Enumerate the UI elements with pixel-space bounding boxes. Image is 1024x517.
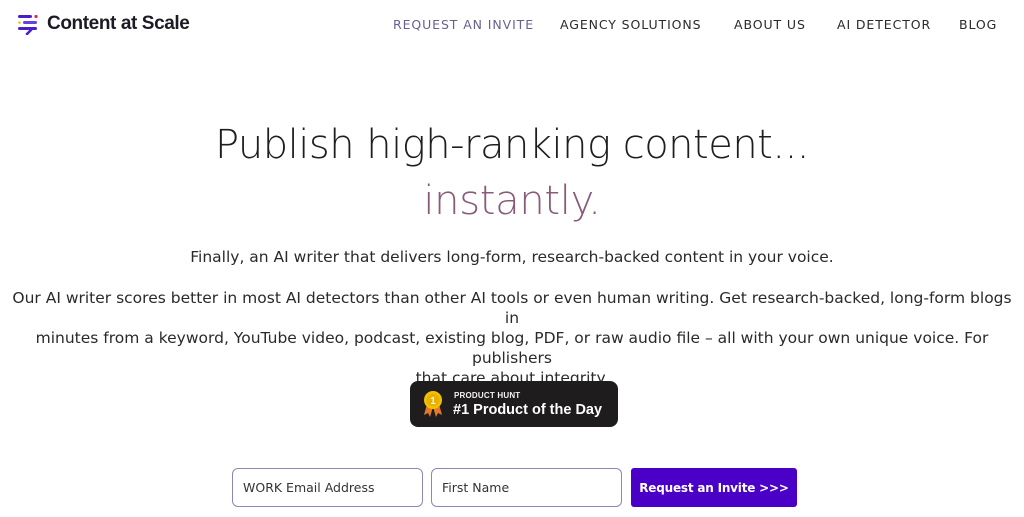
- nav-about-us[interactable]: ABOUT US: [734, 17, 806, 32]
- main-nav: REQUEST AN INVITE AGENCY SOLUTIONS ABOUT…: [0, 17, 1024, 35]
- product-hunt-badge[interactable]: 1 PRODUCT HUNT #1 Product of the Day: [410, 381, 618, 427]
- nav-request-invite[interactable]: REQUEST AN INVITE: [393, 17, 534, 32]
- email-field[interactable]: [232, 468, 423, 507]
- nav-ai-detector[interactable]: AI DETECTOR: [837, 17, 931, 32]
- badge-title: #1 Product of the Day: [453, 402, 603, 418]
- nav-blog[interactable]: BLOG: [959, 17, 997, 32]
- request-invite-button[interactable]: Request an Invite >>>: [631, 468, 797, 507]
- badge-source-label: PRODUCT HUNT: [454, 391, 521, 400]
- description-line: Our AI writer scores better in most AI d…: [12, 289, 1012, 327]
- site-header: Content at Scale REQUEST AN INVITE AGENC…: [0, 0, 1024, 50]
- description-line: minutes from a keyword, YouTube video, p…: [35, 329, 989, 367]
- hero-description: Our AI writer scores better in most AI d…: [12, 288, 1012, 388]
- medal-number: 1: [430, 396, 436, 407]
- hero-title: Publish high-ranking content...: [215, 122, 810, 168]
- hero-subtitle: Finally, an AI writer that delivers long…: [190, 248, 834, 266]
- nav-agency-solutions[interactable]: AGENCY SOLUTIONS: [560, 17, 702, 32]
- hero-accent: instantly.: [423, 178, 601, 224]
- first-name-field[interactable]: [431, 468, 622, 507]
- medal-icon: 1: [424, 391, 442, 417]
